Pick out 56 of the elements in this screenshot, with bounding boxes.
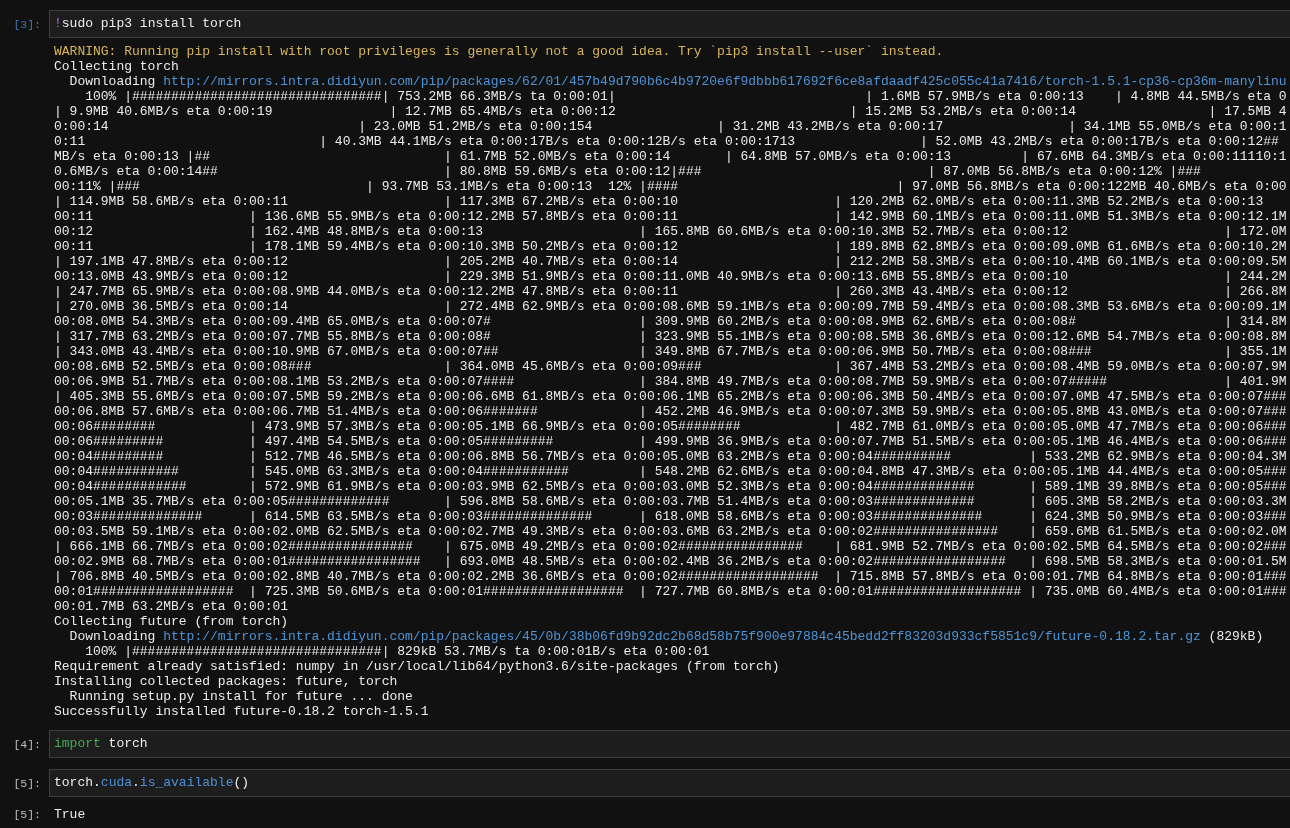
output-line: 0:00:14 | 23.0MB 51.2MB/s eta 0:00:154 | 31.2MB 43.2MB/s eta 0:00:17 | 34.1MB 55.0MB/s eta 0:00:1: [54, 119, 1287, 134]
output-result: True: [54, 807, 86, 822]
output-line: 00:11 | 136.6MB 55.9MB/s eta 0:00:12.2MB 57.8MB/s eta 0:00:11 | 142.9MB 60.1MB/s eta 0:00:11.0MB 51.3MB/s eta 0:00:12.1M: [54, 209, 1287, 224]
downloading-label: Downloading: [69, 629, 156, 644]
output-line: | 666.1MB 66.7MB/s eta 0:00:02################ | 675.0MB 49.2MB/s eta 0:00:02################ | 681.9MB 52.7MB/s eta 0:00:02.5MB 64.5MB/s eta 0:00:02###: [54, 539, 1287, 554]
output-line: 00:05.1MB 35.7MB/s eta 0:00:05############# | 596.8MB 58.6MB/s eta 0:00:03.7MB 51.4MB/s eta 0:00:03############# | 605.3MB 58.2MB/s eta 0:00:03.3M: [54, 494, 1287, 509]
output-line: 100% |################################| 829kB 53.7MB/s ta 0:00:01B/s eta 0:00:01: [85, 644, 710, 659]
download-link[interactable]: http://mirrors.intra.didiyun.com/pip/packages/45/0b/38b06fd9b92dc2b68d58b75f900e97884c45bedd2ff83203d933cf5851c9/future-0.18.2.tar.gz: [163, 629, 1201, 644]
output-line: 00:06.8MB 57.6MB/s eta 0:00:06.7MB 51.4MB/s eta 0:00:06####### | 452.2MB 46.9MB/s eta 0:00:07.3MB 59.9MB/s eta 0:00:05.8MB 43.0MB/s eta 0:00:07###: [54, 404, 1287, 419]
input-prompt: [3]:: [12, 16, 42, 32]
output-line: Installing collected packages: future, torch: [54, 674, 398, 689]
output-line: 00:08.0MB 54.3MB/s eta 0:00:09.4MB 65.0MB/s eta 0:00:07# | 309.9MB 60.2MB/s eta 0:00:08.9MB 62.6MB/s eta 0:00:08# | 314.8M: [54, 314, 1287, 329]
output-line: 0:11 | 40.3MB 44.1MB/s eta 0:00:17B/s eta 0:00:12B/s eta 0:00:1713 | 52.0MB 43.2MB/s eta 0:00:17B/s eta 0:00:12##: [54, 134, 1279, 149]
output-line: Requirement already satisfied: numpy in /usr/local/lib64/python3.6/site-packages (from torch): [54, 659, 780, 674]
output-line: | 405.3MB 55.6MB/s eta 0:00:07.5MB 59.2MB/s eta 0:00:06.6MB 61.8MB/s eta 0:00:06.1MB 65.2MB/s eta 0:00:06.3MB 50.4MB/s eta 0:00:07.0MB 47.5MB/s eta 0:00:07###: [54, 389, 1287, 404]
output-line: 00:06######### | 497.4MB 54.5MB/s eta 0:00:05######### | 499.9MB 36.9MB/s eta 0:00:07.7MB 51.5MB/s eta 0:00:05.1MB 46.4MB/s eta 0:00:06###: [54, 434, 1287, 449]
download-link[interactable]: http://mirrors.intra.didiyun.com/pip/packages/62/01/457b49d790b6c4b9720e6f9dbbb617692f6ce8afdaadf425c055c41a7416/torch-1.5.1-cp36-cp36m-manylinu: [163, 74, 1287, 89]
output-prompt: [5]:: [12, 807, 42, 822]
output-line: 00:04############ | 572.9MB 61.9MB/s eta 0:00:03.9MB 62.5MB/s eta 0:00:03.0MB 52.3MB/s eta 0:00:04############# | 589.1MB 39.8MB/s eta 0:00:05###: [54, 479, 1287, 494]
output-line: 00:08.6MB 52.5MB/s eta 0:00:08### | 364.0MB 45.6MB/s eta 0:00:09### | 367.4MB 53.2MB/s eta 0:00:08.4MB 59.0MB/s eta 0:00:07.9M: [54, 359, 1287, 374]
output-line: 00:06######## | 473.9MB 57.3MB/s eta 0:00:05.1MB 66.9MB/s eta 0:00:05######## | 482.7MB 61.0MB/s eta 0:00:05.0MB 47.7MB/s eta 0:00:06###: [54, 419, 1287, 434]
output-line: 0.6MB/s eta 0:00:14## | 80.8MB 59.6MB/s eta 0:00:12|### | 87.0MB 56.8MB/s eta 0:00:12% |###: [54, 164, 1201, 179]
output-line: 100% |################################| 753.2MB 66.3MB/s ta 0:00:01| | 1.6MB 57.9MB/s eta 0:00:13 | 4.8MB 44.5MB/s eta 0: [85, 89, 1287, 104]
input-prompt: [5]:: [12, 775, 42, 791]
output-line: 00:04######### | 512.7MB 46.5MB/s eta 0:00:06.8MB 56.7MB/s eta 0:00:05.0MB 63.2MB/s eta 0:00:04########## | 533.2MB 62.9MB/s eta 0:00:04.3M: [54, 449, 1287, 464]
output-line: | 706.8MB 40.5MB/s eta 0:00:02.8MB 40.7MB/s eta 0:00:02.2MB 36.6MB/s eta 0:00:02################## | 715.8MB 57.8MB/s eta 0:00:01.7MB 64.8MB/s eta 0:00:01###: [54, 569, 1287, 584]
output-line: 00:12 | 162.4MB 48.8MB/s eta 0:00:13 | 165.8MB 60.6MB/s eta 0:00:10.3MB 52.7MB/s eta 0:00:12 | 172.0M: [54, 224, 1287, 239]
output-line: | 343.0MB 43.4MB/s eta 0:00:10.9MB 67.0MB/s eta 0:00:07## | 349.8MB 67.7MB/s eta 0:00:06.9MB 50.7MB/s eta 0:00:08### | 355.1M: [54, 344, 1287, 359]
output-line: 00:02.9MB 68.7MB/s eta 0:00:01################# | 693.0MB 48.5MB/s eta 0:00:02.4MB 36.2MB/s eta 0:00:02################# | 698.5MB 58.3MB/s eta 0:00:01.5M: [54, 554, 1287, 569]
output-line: | 114.9MB 58.6MB/s eta 0:00:11 | 117.3MB 67.2MB/s eta 0:00:10 | 120.2MB 62.0MB/s eta 0:00:11.3MB 52.2MB/s eta 0:00:13: [54, 194, 1264, 209]
output-line: | 9.9MB 40.6MB/s eta 0:00:19 | 12.7MB 65.4MB/s eta 0:00:12 | 15.2MB 53.2MB/s eta 0:00:14 | 17.5MB 4: [54, 104, 1287, 119]
output-line: 00:06.9MB 51.7MB/s eta 0:00:08.1MB 53.2MB/s eta 0:00:07#### | 384.8MB 49.7MB/s eta 0:00:08.7MB 59.9MB/s eta 0:00:07##### | 401.9M: [54, 374, 1287, 389]
output-line: | 247.7MB 65.9MB/s eta 0:00:08.9MB 44.0MB/s eta 0:00:12.2MB 47.8MB/s eta 0:00:11 | 260.3MB 43.4MB/s eta 0:00:12 | 266.8M: [54, 284, 1287, 299]
output-line: 00:01################## | 725.3MB 50.6MB/s eta 0:00:01################## | 727.7MB 60.8MB/s eta 0:00:01################### | 735.0MB 60.4MB/s eta 0:00:01###: [54, 584, 1287, 599]
downloading-label: Downloading: [69, 74, 156, 89]
file-size-text: (829kB): [1208, 629, 1264, 644]
output-line: MB/s eta 0:00:13 |## | 61.7MB 52.0MB/s eta 0:00:14 | 64.8MB 57.0MB/s eta 0:00:13 | 67.6MB 64.3MB/s eta 0:00:11110:1: [54, 149, 1287, 164]
input-prompt: [4]:: [12, 736, 42, 752]
output-line: Successfully installed future-0.18.2 torch-1.5.1: [54, 704, 429, 719]
output-line: 00:11% |### | 93.7MB 53.1MB/s eta 0:00:13 12% |#### | 97.0MB 56.8MB/s eta 0:00:122MB 40.6MB/s eta 0:00: [54, 179, 1287, 194]
output-line: 00:13.0MB 43.9MB/s eta 0:00:12 | 229.3MB 51.9MB/s eta 0:00:11.0MB 40.9MB/s eta 0:00:13.6MB 55.8MB/s eta 0:00:10 | 244.2M: [54, 269, 1287, 284]
output-line: Running setup.py install for future ... done: [69, 689, 413, 704]
output-line: 00:03.5MB 59.1MB/s eta 0:00:02.0MB 62.5MB/s eta 0:00:02.7MB 49.3MB/s eta 0:00:03.6MB 63.2MB/s eta 0:00:02################ | 659.6MB 61.5MB/s eta 0:00:02.0M: [54, 524, 1287, 539]
code-editor[interactable]: torch.cuda.is_available(): [49, 769, 1290, 797]
output-line: 00:01.7MB 63.2MB/s eta 0:00:01: [54, 599, 289, 614]
output-line: 00:03############## | 614.5MB 63.5MB/s eta 0:00:03############## | 618.0MB 58.6MB/s eta 0:00:03############## | 624.3MB 50.9MB/s eta 0:00:03###: [54, 509, 1287, 524]
warning-message: WARNING: Running pip install with root privileges is generally not a good idea. Try `pip3 install --user` instead.: [54, 44, 944, 59]
code-editor[interactable]: !sudo pip3 install torch: [49, 10, 1290, 38]
output-line: Collecting torch: [54, 59, 179, 74]
output-line: | 197.1MB 47.8MB/s eta 0:00:12 | 205.2MB 40.7MB/s eta 0:00:14 | 212.2MB 58.3MB/s eta 0:00:10.4MB 60.1MB/s eta 0:00:09.5M: [54, 254, 1287, 269]
output-line: 00:04########### | 545.0MB 63.3MB/s eta 0:00:04########### | 548.2MB 62.6MB/s eta 0:00:04.8MB 47.3MB/s eta 0:00:05.1MB 44.4MB/s eta 0:00:05###: [54, 464, 1287, 479]
output-line: 00:11 | 178.1MB 59.4MB/s eta 0:00:10.3MB 50.2MB/s eta 0:00:12 | 189.8MB 62.8MB/s eta 0:00:09.0MB 61.6MB/s eta 0:00:10.2M: [54, 239, 1287, 254]
output-line: | 270.0MB 36.5MB/s eta 0:00:14 | 272.4MB 62.9MB/s eta 0:00:08.6MB 59.1MB/s eta 0:00:09.7MB 59.4MB/s eta 0:00:08.3MB 53.6MB/s eta 0:00:09.1M: [54, 299, 1287, 314]
output-line: Collecting future (from torch): [54, 614, 289, 629]
output-line: | 317.7MB 63.2MB/s eta 0:00:07.7MB 55.8MB/s eta 0:00:08# | 323.9MB 55.1MB/s eta 0:00:08.5MB 36.6MB/s eta 0:00:12.6MB 54.7MB/s eta 0:00:08.8M: [54, 329, 1287, 344]
code-editor[interactable]: import torch: [49, 730, 1290, 758]
